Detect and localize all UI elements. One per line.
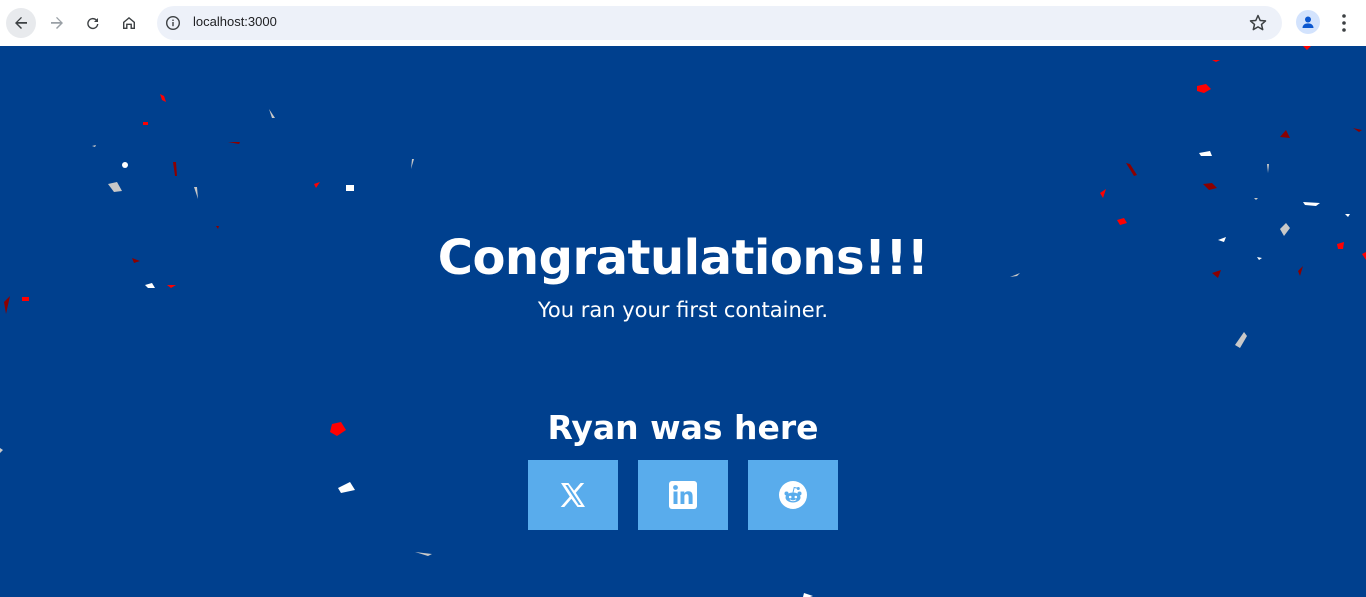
page-title: Congratulations!!! <box>437 230 929 286</box>
signature-text: Ryan was here <box>547 408 819 447</box>
home-button[interactable] <box>114 8 144 38</box>
browser-toolbar: localhost:3000 <box>0 0 1366 46</box>
arrow-right-icon <box>51 17 63 29</box>
url-text[interactable]: localhost:3000 <box>193 14 277 29</box>
back-button[interactable] <box>6 8 36 38</box>
share-x-button[interactable] <box>528 460 618 530</box>
arrow-left-icon <box>15 17 27 29</box>
linkedin-logo-icon <box>669 481 697 509</box>
info-icon[interactable] <box>165 15 181 31</box>
share-linkedin-button[interactable] <box>638 460 728 530</box>
profile-button[interactable] <box>1296 10 1320 34</box>
more-vert-icon <box>1342 14 1346 32</box>
page-content: Congratulations!!! You ran your first co… <box>0 46 1366 597</box>
star-icon[interactable] <box>1248 13 1268 33</box>
reload-icon <box>87 17 99 30</box>
reddit-logo-icon <box>779 481 807 509</box>
person-icon <box>1302 16 1314 28</box>
page-subtitle: You ran your first container. <box>537 298 829 322</box>
x-logo-icon <box>560 483 585 507</box>
home-icon <box>123 17 135 29</box>
forward-button[interactable] <box>42 8 72 38</box>
share-reddit-button[interactable] <box>748 460 838 530</box>
browser-menu-button[interactable] <box>1334 11 1354 35</box>
reload-button[interactable] <box>78 8 108 38</box>
address-bar[interactable]: localhost:3000 <box>157 6 1282 40</box>
